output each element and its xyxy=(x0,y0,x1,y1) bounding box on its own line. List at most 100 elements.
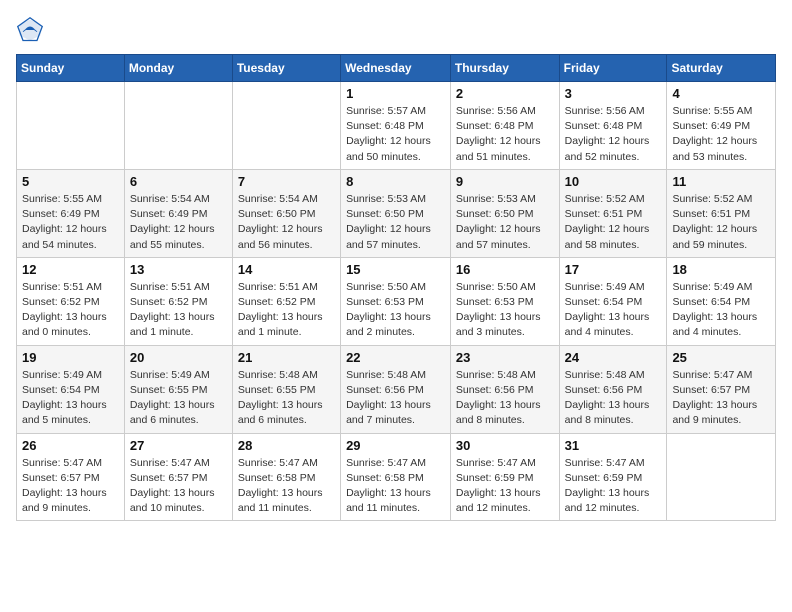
day-info: Sunrise: 5:54 AM Sunset: 6:50 PM Dayligh… xyxy=(238,192,335,253)
calendar-cell: 6Sunrise: 5:54 AM Sunset: 6:49 PM Daylig… xyxy=(124,169,232,257)
day-number: 28 xyxy=(238,438,335,453)
day-info: Sunrise: 5:48 AM Sunset: 6:56 PM Dayligh… xyxy=(565,368,662,429)
day-info: Sunrise: 5:53 AM Sunset: 6:50 PM Dayligh… xyxy=(346,192,445,253)
day-info: Sunrise: 5:47 AM Sunset: 6:59 PM Dayligh… xyxy=(565,456,662,517)
day-number: 22 xyxy=(346,350,445,365)
calendar-cell: 12 Sunrise: 5:51 AM Sunset: 6:52 PM Dayli… xyxy=(17,257,125,345)
logo-icon xyxy=(16,16,44,44)
weekday-sunday: Sunday xyxy=(17,55,125,82)
calendar-cell: 18Sunrise: 5:49 AM Sunset: 6:54 PM Dayli… xyxy=(667,257,776,345)
day-info: Sunrise: 5:49 AM Sunset: 6:54 PM Dayligh… xyxy=(22,368,119,429)
calendar-cell: 14 Sunrise: 5:51 AM Sunset: 6:52 PM Dayli… xyxy=(232,257,340,345)
weekday-tuesday: Tuesday xyxy=(232,55,340,82)
calendar-cell: 24 Sunrise: 5:48 AM Sunset: 6:56 PM Dayli… xyxy=(559,345,667,433)
calendar-cell: 29 Sunrise: 5:47 AM Sunset: 6:58 PM Dayli… xyxy=(341,433,451,521)
calendar-cell: 17 Sunrise: 5:49 AM Sunset: 6:54 PM Dayli… xyxy=(559,257,667,345)
calendar-cell: 28 Sunrise: 5:47 AM Sunset: 6:58 PM Dayli… xyxy=(232,433,340,521)
day-number: 4 xyxy=(672,86,770,101)
day-number: 10 xyxy=(565,174,662,189)
calendar-cell: 15Sunrise: 5:50 AM Sunset: 6:53 PM Dayli… xyxy=(341,257,451,345)
weekday-monday: Monday xyxy=(124,55,232,82)
calendar-cell: 25Sunrise: 5:47 AM Sunset: 6:57 PM Dayli… xyxy=(667,345,776,433)
day-info: Sunrise: 5:48 AM Sunset: 6:55 PM Dayligh… xyxy=(238,368,335,429)
calendar-cell xyxy=(17,82,125,170)
calendar-cell: 9 Sunrise: 5:53 AM Sunset: 6:50 PM Daylig… xyxy=(450,169,559,257)
weekday-saturday: Saturday xyxy=(667,55,776,82)
day-number: 27 xyxy=(130,438,227,453)
day-number: 23 xyxy=(456,350,554,365)
day-number: 1 xyxy=(346,86,445,101)
calendar-cell: 1 Sunrise: 5:57 AM Sunset: 6:48 PM Daylig… xyxy=(341,82,451,170)
calendar-cell: 22 Sunrise: 5:48 AM Sunset: 6:56 PM Dayli… xyxy=(341,345,451,433)
day-info: Sunrise: 5:57 AM Sunset: 6:48 PM Dayligh… xyxy=(346,104,445,165)
calendar-header: SundayMondayTuesdayWednesdayThursdayFrid… xyxy=(17,55,776,82)
calendar-cell: 5 Sunrise: 5:55 AM Sunset: 6:49 PM Daylig… xyxy=(17,169,125,257)
day-info: Sunrise: 5:47 AM Sunset: 6:58 PM Dayligh… xyxy=(238,456,335,517)
day-info: Sunrise: 5:48 AM Sunset: 6:56 PM Dayligh… xyxy=(346,368,445,429)
day-number: 29 xyxy=(346,438,445,453)
calendar-cell xyxy=(667,433,776,521)
day-number: 30 xyxy=(456,438,554,453)
calendar-week-5: 26 Sunrise: 5:47 AM Sunset: 6:57 PM Dayli… xyxy=(17,433,776,521)
calendar-week-2: 5 Sunrise: 5:55 AM Sunset: 6:49 PM Daylig… xyxy=(17,169,776,257)
day-number: 9 xyxy=(456,174,554,189)
day-number: 26 xyxy=(22,438,119,453)
calendar-cell: 13Sunrise: 5:51 AM Sunset: 6:52 PM Dayli… xyxy=(124,257,232,345)
calendar-cell: 4 Sunrise: 5:55 AM Sunset: 6:49 PM Daylig… xyxy=(667,82,776,170)
day-number: 8 xyxy=(346,174,445,189)
day-info: Sunrise: 5:54 AM Sunset: 6:49 PM Dayligh… xyxy=(130,192,227,253)
calendar-cell: 11Sunrise: 5:52 AM Sunset: 6:51 PM Dayli… xyxy=(667,169,776,257)
weekday-friday: Friday xyxy=(559,55,667,82)
calendar-cell: 19 Sunrise: 5:49 AM Sunset: 6:54 PM Dayli… xyxy=(17,345,125,433)
day-number: 12 xyxy=(22,262,119,277)
day-info: Sunrise: 5:49 AM Sunset: 6:54 PM Dayligh… xyxy=(565,280,662,341)
day-number: 7 xyxy=(238,174,335,189)
weekday-header-row: SundayMondayTuesdayWednesdayThursdayFrid… xyxy=(17,55,776,82)
day-number: 11 xyxy=(672,174,770,189)
day-info: Sunrise: 5:47 AM Sunset: 6:58 PM Dayligh… xyxy=(346,456,445,517)
calendar-cell xyxy=(124,82,232,170)
day-number: 14 xyxy=(238,262,335,277)
calendar-cell: 2 Sunrise: 5:56 AM Sunset: 6:48 PM Daylig… xyxy=(450,82,559,170)
calendar-cell: 16 Sunrise: 5:50 AM Sunset: 6:53 PM Dayli… xyxy=(450,257,559,345)
day-info: Sunrise: 5:51 AM Sunset: 6:52 PM Dayligh… xyxy=(22,280,119,341)
calendar-cell: 10 Sunrise: 5:52 AM Sunset: 6:51 PM Dayli… xyxy=(559,169,667,257)
day-info: Sunrise: 5:47 AM Sunset: 6:59 PM Dayligh… xyxy=(456,456,554,517)
calendar-cell: 8 Sunrise: 5:53 AM Sunset: 6:50 PM Daylig… xyxy=(341,169,451,257)
day-number: 19 xyxy=(22,350,119,365)
calendar-cell: 21 Sunrise: 5:48 AM Sunset: 6:55 PM Dayli… xyxy=(232,345,340,433)
day-info: Sunrise: 5:51 AM Sunset: 6:52 PM Dayligh… xyxy=(238,280,335,341)
day-info: Sunrise: 5:47 AM Sunset: 6:57 PM Dayligh… xyxy=(22,456,119,517)
day-info: Sunrise: 5:53 AM Sunset: 6:50 PM Dayligh… xyxy=(456,192,554,253)
day-info: Sunrise: 5:50 AM Sunset: 6:53 PM Dayligh… xyxy=(456,280,554,341)
weekday-thursday: Thursday xyxy=(450,55,559,82)
day-info: Sunrise: 5:49 AM Sunset: 6:55 PM Dayligh… xyxy=(130,368,227,429)
calendar-week-4: 19 Sunrise: 5:49 AM Sunset: 6:54 PM Dayli… xyxy=(17,345,776,433)
day-info: Sunrise: 5:52 AM Sunset: 6:51 PM Dayligh… xyxy=(565,192,662,253)
day-info: Sunrise: 5:48 AM Sunset: 6:56 PM Dayligh… xyxy=(456,368,554,429)
page-header xyxy=(16,16,776,44)
calendar-cell: 23 Sunrise: 5:48 AM Sunset: 6:56 PM Dayli… xyxy=(450,345,559,433)
calendar-week-1: 1 Sunrise: 5:57 AM Sunset: 6:48 PM Daylig… xyxy=(17,82,776,170)
day-info: Sunrise: 5:55 AM Sunset: 6:49 PM Dayligh… xyxy=(672,104,770,165)
day-number: 21 xyxy=(238,350,335,365)
day-info: Sunrise: 5:51 AM Sunset: 6:52 PM Dayligh… xyxy=(130,280,227,341)
day-number: 18 xyxy=(672,262,770,277)
calendar-cell: 27Sunrise: 5:47 AM Sunset: 6:57 PM Dayli… xyxy=(124,433,232,521)
calendar-cell: 30 Sunrise: 5:47 AM Sunset: 6:59 PM Dayli… xyxy=(450,433,559,521)
day-info: Sunrise: 5:56 AM Sunset: 6:48 PM Dayligh… xyxy=(456,104,554,165)
day-number: 31 xyxy=(565,438,662,453)
day-number: 24 xyxy=(565,350,662,365)
logo xyxy=(16,16,48,44)
calendar-cell: 31 Sunrise: 5:47 AM Sunset: 6:59 PM Dayli… xyxy=(559,433,667,521)
day-number: 17 xyxy=(565,262,662,277)
day-number: 15 xyxy=(346,262,445,277)
day-info: Sunrise: 5:56 AM Sunset: 6:48 PM Dayligh… xyxy=(565,104,662,165)
day-number: 2 xyxy=(456,86,554,101)
day-info: Sunrise: 5:47 AM Sunset: 6:57 PM Dayligh… xyxy=(672,368,770,429)
calendar-cell: 3Sunrise: 5:56 AM Sunset: 6:48 PM Daylig… xyxy=(559,82,667,170)
day-number: 5 xyxy=(22,174,119,189)
day-number: 16 xyxy=(456,262,554,277)
calendar-table: SundayMondayTuesdayWednesdayThursdayFrid… xyxy=(16,54,776,521)
day-info: Sunrise: 5:55 AM Sunset: 6:49 PM Dayligh… xyxy=(22,192,119,253)
